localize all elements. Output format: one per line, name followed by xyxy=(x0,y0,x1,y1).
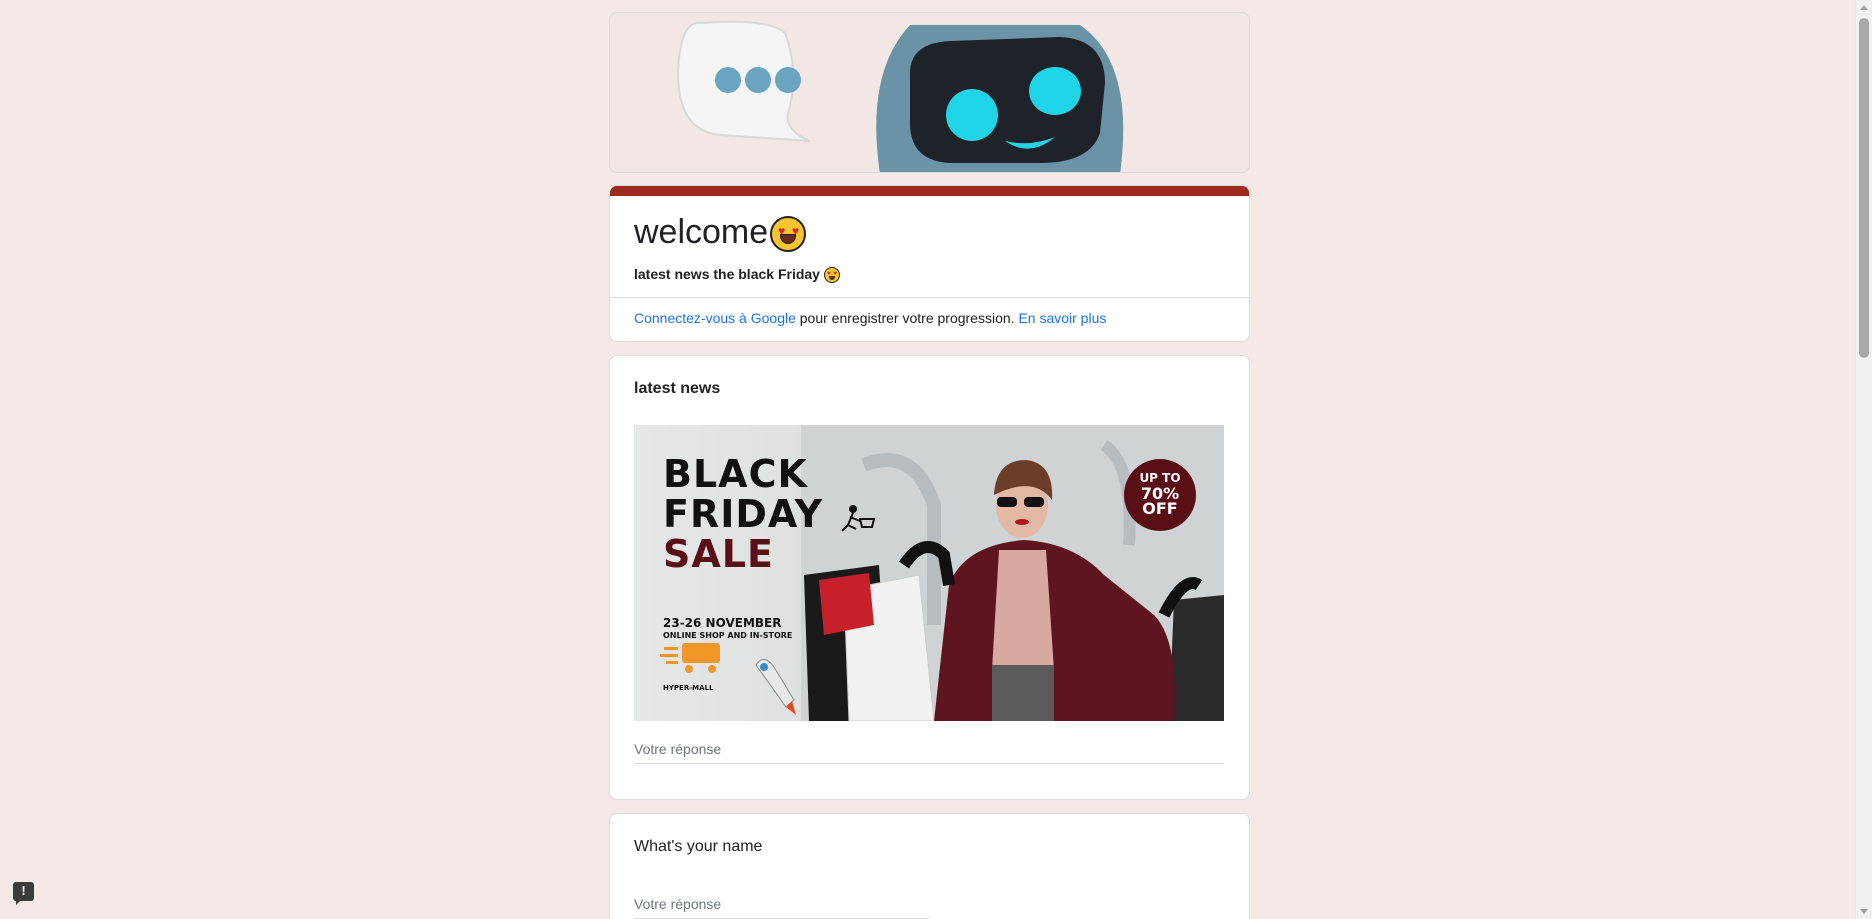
divider xyxy=(610,297,1249,299)
scrollbar[interactable] xyxy=(1855,0,1872,919)
answer-input[interactable]: Votre réponse xyxy=(634,741,1224,764)
signin-notice: Connectez-vous à Google pour enregistrer… xyxy=(634,310,1107,327)
robot-banner-image xyxy=(676,20,1124,172)
scroll-up-icon[interactable] xyxy=(1860,5,1868,10)
heart-eyes-emoji-icon: ♥ ♥ xyxy=(770,216,807,253)
promo-store: HYPER-MALL xyxy=(663,684,714,692)
discount-badge: UP TO 70% OFF xyxy=(1124,459,1196,531)
question-title: latest news xyxy=(634,380,721,397)
form-description: latest news the black Friday ♥ ♥ xyxy=(634,266,1225,284)
header-banner xyxy=(609,12,1250,173)
name-input[interactable]: Votre réponse xyxy=(634,896,929,919)
promo-headline-1: BLACK xyxy=(663,452,808,496)
promo-headline-2: FRIDAY xyxy=(663,492,824,536)
promo-headline-3: SALE xyxy=(663,532,774,576)
black-friday-image: BLACK FRIDAY SALE 23-26 NOVEMBER ONLINE … xyxy=(634,425,1224,721)
promo-dates: 23-26 NOVEMBER xyxy=(663,616,782,630)
report-problem-icon[interactable]: ! xyxy=(13,882,34,905)
scrollbar-thumb[interactable] xyxy=(1859,18,1869,358)
question-title: What's your name xyxy=(634,838,763,855)
signin-link[interactable]: Connectez-vous à Google xyxy=(634,310,796,326)
chat-bubble-icon xyxy=(676,20,811,142)
heart-eyes-emoji-icon: ♥ ♥ xyxy=(823,267,840,284)
scroll-down-icon[interactable] xyxy=(1860,909,1868,914)
learn-more-link[interactable]: En savoir plus xyxy=(1018,310,1106,326)
question-card: What's your name Votre réponse xyxy=(609,813,1250,919)
form-title: welcome ♥ ♥ xyxy=(634,212,1225,253)
robot-head xyxy=(876,25,1124,172)
promo-subtitle: ONLINE SHOP AND IN-STORE xyxy=(663,631,793,640)
question-card: latest news BLACK FRIDAY SALE 23-26 NOVE… xyxy=(609,355,1250,800)
form-title-card: welcome ♥ ♥ latest news the black Friday ♥ ♥… xyxy=(609,185,1250,342)
accent-stripe xyxy=(610,186,1249,196)
